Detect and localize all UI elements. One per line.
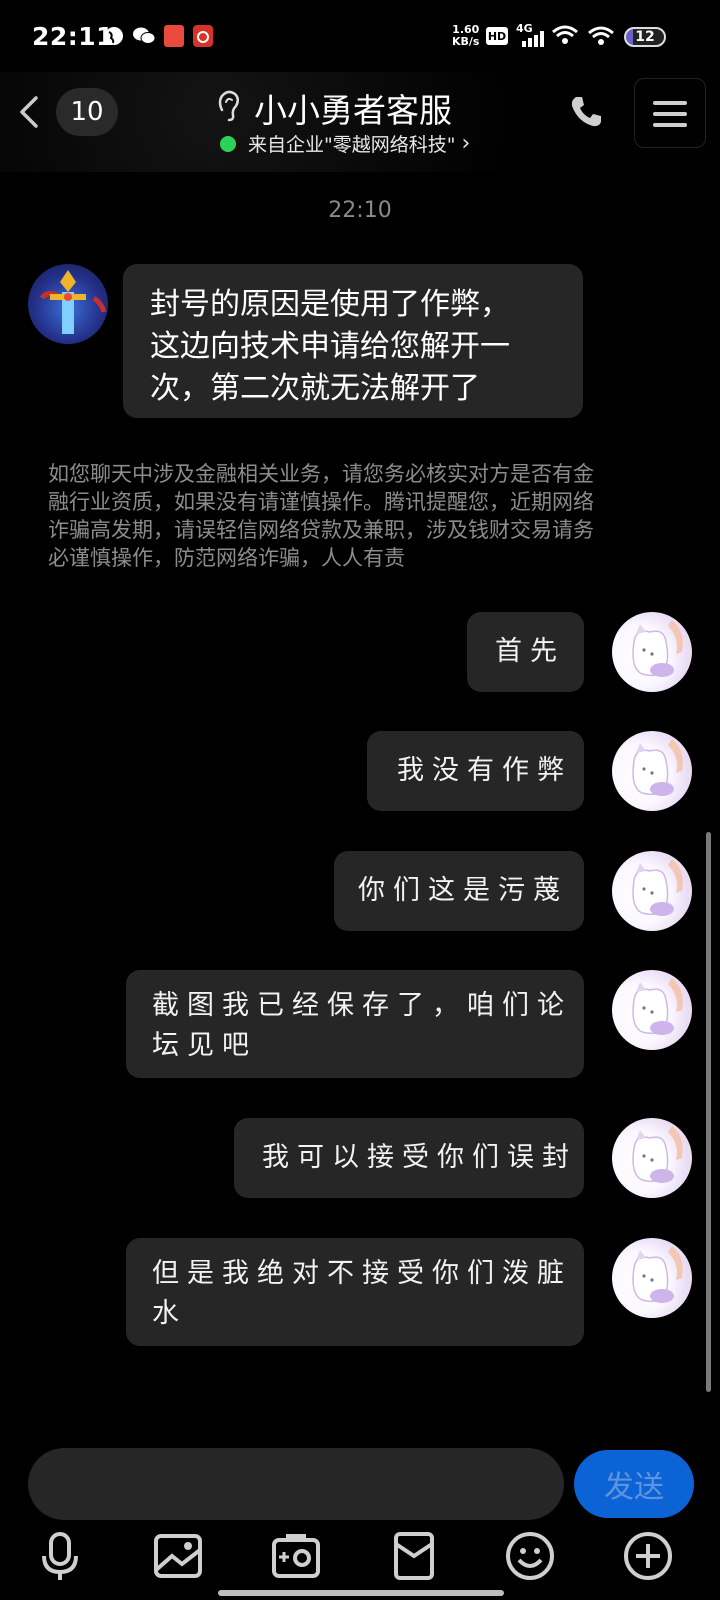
chevron-right-icon: › xyxy=(461,131,471,156)
my-message-line: 但是我绝对不接受你们泼脏 xyxy=(152,1258,572,1289)
notice-line: 如您聊天中涉及金融相关业务，请您务必核实对方是否有金 xyxy=(48,462,594,486)
cs-message-bubble[interactable]: 封号的原因是使用了作弊， 这边向技术申请给您解开一 次，第二次就无法解开了 xyxy=(123,264,583,418)
status-time: 22:11 xyxy=(32,22,115,51)
chat-header: 10 小小勇者客服 来自企业"零越网络科技" › xyxy=(0,72,720,172)
status-bar: 22:11 1.60 KB/s HD 4G 12 xyxy=(0,0,720,72)
cs-message-line: 这边向技术申请给您解开一 xyxy=(150,329,510,364)
net-speed: 1.60 KB/s xyxy=(452,24,479,48)
cs-message-line: 封号的原因是使用了作弊， xyxy=(150,287,510,322)
shopping-app-icon xyxy=(164,25,184,47)
ghost-cat-avatar-icon xyxy=(632,1246,683,1303)
ghost-cat-avatar-icon xyxy=(632,1126,683,1183)
my-message-line: 截图我已经保存了，咱们论 xyxy=(152,990,572,1021)
chat-scrollbar[interactable] xyxy=(706,832,711,1392)
online-status-dot xyxy=(220,135,236,152)
enterprise-name: 来自企业"零越网络科技" xyxy=(248,134,456,156)
notice-line: 诈骗高发期，请误轻信网络贷款及兼职，涉及钱财交易请务 xyxy=(48,518,594,542)
emoji-icon[interactable] xyxy=(504,1530,556,1582)
my-avatar[interactable] xyxy=(612,970,692,1050)
my-message-line: 我没有作弊 xyxy=(397,755,572,786)
ghost-cat-avatar-icon xyxy=(632,978,683,1035)
sword-emblem-icon xyxy=(40,270,107,334)
my-avatar[interactable] xyxy=(612,612,692,692)
my-avatar[interactable] xyxy=(612,851,692,931)
my-message-line: 首先 xyxy=(495,636,565,667)
message-input[interactable] xyxy=(28,1448,564,1520)
wifi-icon xyxy=(552,25,578,44)
home-indicator[interactable] xyxy=(218,1590,504,1596)
ear-icon xyxy=(218,90,239,122)
my-message-bubble[interactable]: 截图我已经保存了，咱们论 坛见吧 xyxy=(126,970,584,1078)
netease-music-icon xyxy=(193,25,213,47)
unread-count-badge[interactable]: 10 xyxy=(56,88,118,136)
message-timestamp: 22:10 xyxy=(328,198,392,223)
ghost-cat-avatar-icon xyxy=(632,739,683,796)
phone-icon[interactable] xyxy=(566,92,606,132)
menu-icon[interactable] xyxy=(634,78,706,148)
mic-icon[interactable] xyxy=(34,1530,86,1582)
ghost-cat-avatar-icon xyxy=(632,620,683,677)
wechat-icon xyxy=(133,27,156,44)
my-message-bubble[interactable]: 我可以接受你们误封 xyxy=(234,1118,584,1198)
ghost-cat-avatar-icon xyxy=(632,859,683,916)
cs-message-line: 次，第二次就无法解开了 xyxy=(150,371,480,406)
send-button[interactable]: 发送 xyxy=(574,1450,694,1518)
my-message-line: 坛见吧 xyxy=(152,1030,257,1061)
hd-badge: HD xyxy=(486,27,508,45)
signal-icon xyxy=(522,31,544,47)
my-message-bubble[interactable]: 我没有作弊 xyxy=(367,731,584,811)
my-avatar[interactable] xyxy=(612,731,692,811)
security-notice: 如您聊天中涉及金融相关业务，请您务必核实对方是否有金 融行业资质，如果没有请谨慎… xyxy=(48,460,678,572)
my-message-bubble[interactable]: 但是我绝对不接受你们泼脏 水 xyxy=(126,1238,584,1346)
battery-level: 12 xyxy=(635,29,655,45)
my-avatar[interactable] xyxy=(612,1118,692,1198)
hotspot-icon xyxy=(588,26,614,45)
my-message-bubble[interactable]: 首先 xyxy=(467,612,584,692)
chat-title: 小小勇者客服 xyxy=(254,91,452,130)
net-speed-unit: KB/s xyxy=(452,35,480,48)
my-message-line: 我可以接受你们误封 xyxy=(262,1142,577,1173)
notice-line: 融行业资质，如果没有请谨慎操作。腾讯提醒您，近期网络 xyxy=(48,490,594,514)
camera-icon[interactable] xyxy=(270,1530,322,1582)
my-message-line: 你们这是污蔑 xyxy=(358,875,568,906)
plus-icon[interactable] xyxy=(622,1530,674,1582)
back-icon[interactable] xyxy=(10,92,50,132)
image-icon[interactable] xyxy=(152,1530,204,1582)
globe-icon xyxy=(105,27,123,45)
my-avatar[interactable] xyxy=(612,1238,692,1318)
notice-line: 必谨慎操作，防范网络诈骗，人人有责 xyxy=(48,546,405,570)
enterprise-subtitle[interactable]: 来自企业"零越网络科技" › xyxy=(220,130,470,157)
battery-indicator: 12 xyxy=(624,27,666,47)
my-message-line: 水 xyxy=(152,1298,187,1329)
red-packet-icon[interactable] xyxy=(388,1530,440,1582)
cs-avatar[interactable] xyxy=(28,264,108,344)
my-message-bubble[interactable]: 你们这是污蔑 xyxy=(334,851,584,931)
